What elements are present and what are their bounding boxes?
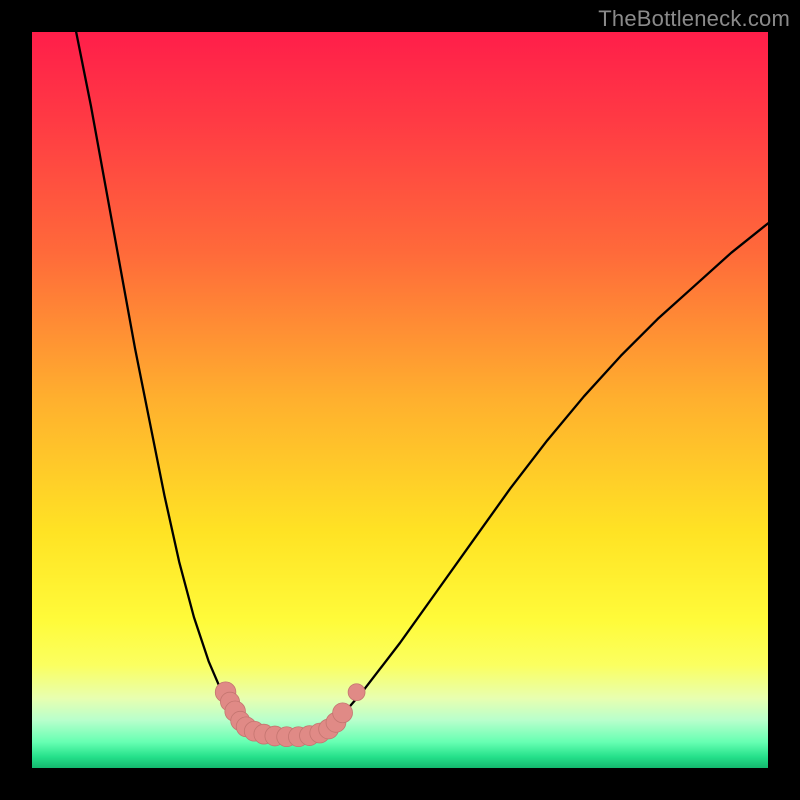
bottleneck-curve — [32, 32, 768, 768]
watermark-text: TheBottleneck.com — [598, 6, 790, 32]
curve-marker — [348, 684, 365, 701]
plot-area — [32, 32, 768, 768]
curve-marker — [333, 703, 353, 723]
chart-frame: TheBottleneck.com — [0, 0, 800, 800]
